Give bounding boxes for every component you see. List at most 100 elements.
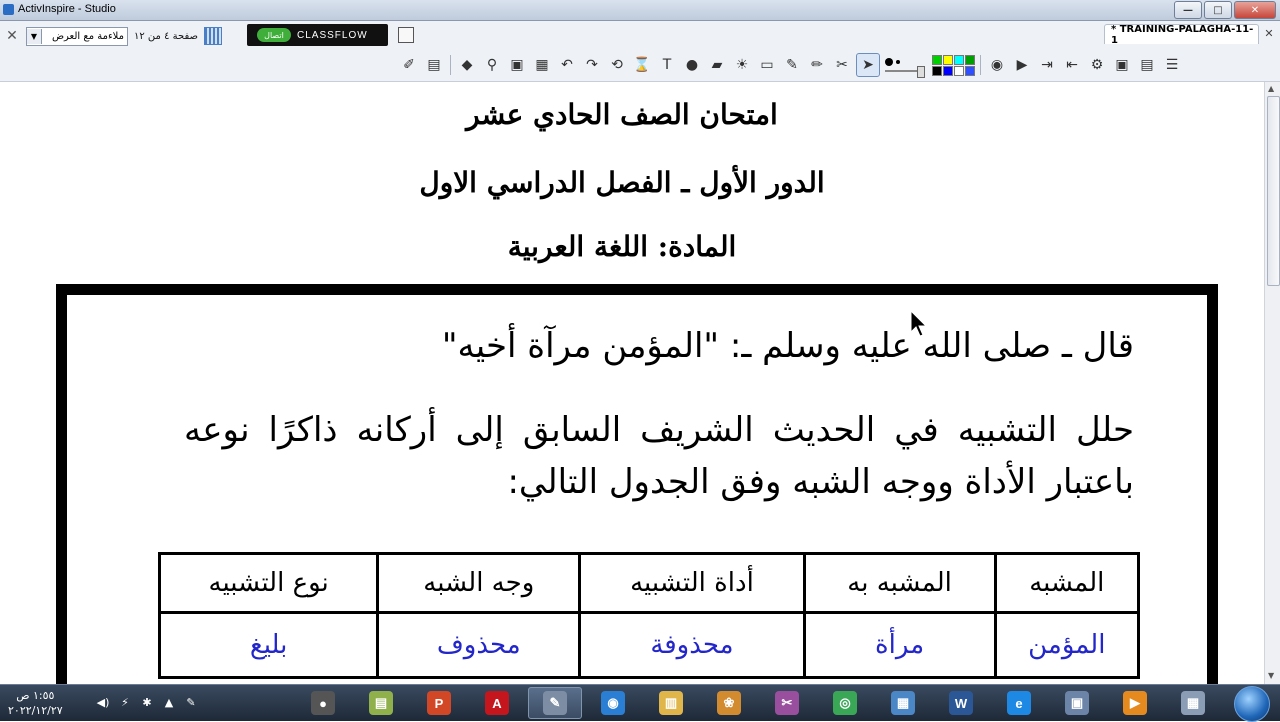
- classflow-connect-badge: اتصال: [257, 28, 291, 42]
- tray-expand-icon[interactable]: ▲: [162, 695, 176, 709]
- previous-page-icon[interactable]: ⇤: [1061, 54, 1083, 76]
- hadith-line: قال ـ صلى الله عليه وسلم ـ: "المؤمن مرآة…: [441, 326, 1134, 366]
- color-swatch[interactable]: [954, 54, 964, 65]
- minimize-button[interactable]: —: [1174, 1, 1202, 19]
- magnifier-icon[interactable]: ⚲: [481, 54, 503, 76]
- flipchart-canvas[interactable]: امتحان الصف الحادي عشر الدور الأول ـ الف…: [0, 82, 1264, 684]
- classflow-button[interactable]: اتصال CLASSFLOW: [247, 24, 388, 46]
- table-row: المؤمن مرأة محذوفة محذوف بليغ: [157, 611, 1141, 679]
- next-page-icon[interactable]: ⇥: [1036, 54, 1058, 76]
- taskbar-app-network[interactable]: ▣: [1050, 687, 1104, 719]
- scroll-thumb[interactable]: [1267, 96, 1280, 286]
- chevron-down-icon[interactable]: ▼: [27, 28, 42, 44]
- separator: [450, 55, 451, 75]
- taskbar-app-calculator[interactable]: ▦: [1166, 687, 1220, 719]
- ie-icon: e: [1007, 691, 1031, 715]
- color-swatch[interactable]: [965, 65, 975, 76]
- close-button[interactable]: ✕: [1234, 1, 1276, 19]
- undo-icon[interactable]: ↶: [556, 54, 578, 76]
- taskbar-apps: ● ▤ P A ✎ ◉ ▥ ❀ ✂ ◎ ▦ We ▣ ▶ ▦: [296, 687, 1220, 719]
- camera-icon: ●: [311, 691, 335, 715]
- menu-icon[interactable]: ☰: [1161, 54, 1183, 76]
- play-icon[interactable]: ▶: [1011, 54, 1033, 76]
- pen-icon[interactable]: ✏: [806, 54, 828, 76]
- scroll-up-icon[interactable]: ▲: [1268, 84, 1274, 93]
- color-swatch[interactable]: [965, 54, 975, 65]
- taskbar-app-camera[interactable]: ●: [296, 687, 350, 719]
- taskbar-app-explorer[interactable]: ▥: [644, 687, 698, 719]
- collapse-icon[interactable]: ✕: [4, 28, 20, 44]
- timer-icon[interactable]: ⌛: [631, 54, 653, 76]
- browser-icon[interactable]: ▤: [1136, 54, 1158, 76]
- window-controls: — □ ✕: [1174, 1, 1276, 19]
- system-clock[interactable]: ١:٥٥ ص ٢٠٢٢/١٢/٢٧: [8, 688, 63, 718]
- folder-icon[interactable]: ▰: [706, 54, 728, 76]
- page-grid-icon[interactable]: [204, 27, 222, 45]
- notes-icon[interactable]: ▤: [423, 54, 445, 76]
- volume-icon[interactable]: ◀): [96, 695, 110, 709]
- studio-icon: ✎: [543, 691, 567, 715]
- taskbar-app-powerpoint[interactable]: P: [412, 687, 466, 719]
- web-icon[interactable]: ◉: [986, 54, 1008, 76]
- taskbar-app-activinspire[interactable]: ▤: [354, 687, 408, 719]
- taskbar-app-media[interactable]: ◉: [586, 687, 640, 719]
- highlighter-icon[interactable]: ✎: [781, 54, 803, 76]
- activinspire-icon: ▤: [369, 691, 393, 715]
- view-mode-select[interactable]: ▼ ملاءمة مع العرض: [26, 26, 128, 46]
- taskbar-app-paint[interactable]: ❀: [702, 687, 756, 719]
- taskbar-app-player[interactable]: ▶: [1108, 687, 1162, 719]
- tools-icon: ✂: [775, 691, 799, 715]
- spotlight-icon[interactable]: ☀: [731, 54, 753, 76]
- color-swatch[interactable]: [954, 65, 964, 76]
- classflow-label: CLASSFLOW: [297, 29, 368, 41]
- color-swatch[interactable]: [932, 65, 942, 76]
- word-icon: W: [949, 691, 973, 715]
- redo-icon[interactable]: ↷: [581, 54, 603, 76]
- select-pointer-icon[interactable]: ➤: [856, 53, 880, 77]
- color-swatch[interactable]: [943, 65, 953, 76]
- fill-icon[interactable]: ◆: [456, 54, 478, 76]
- color-swatch[interactable]: [932, 54, 942, 65]
- dual-user-icon[interactable]: ✐: [398, 54, 420, 76]
- maximize-button[interactable]: □: [1204, 1, 1232, 19]
- eraser-icon[interactable]: ▭: [756, 54, 778, 76]
- resource-icon[interactable]: ▦: [531, 54, 553, 76]
- table-cell: مرأة: [802, 611, 997, 679]
- page-indicator: صفحة ٤ من ١٢: [134, 30, 198, 42]
- taskbar: ١:٥٥ ص ٢٠٢٢/١٢/٢٧ ◀) ⚡ ✱ ▲ ✎ ● ▤ P A ✎ ◉ ▥ ❀ ✂ ◎ ▦…: [0, 684, 1280, 722]
- document-tab[interactable]: * TRAINING-PALAGHA-11-1: [1104, 24, 1259, 46]
- reset-icon[interactable]: ⟲: [606, 54, 628, 76]
- taskbar-app-acrobat[interactable]: A: [470, 687, 524, 719]
- taskbar-app-word[interactable]: W: [934, 687, 988, 719]
- tab-close-icon[interactable]: ✕: [1262, 27, 1276, 41]
- view-mode-value: ملاءمة مع العرض: [51, 30, 124, 42]
- text-icon[interactable]: T: [656, 54, 678, 76]
- vertical-scrollbar[interactable]: ▲ ▼: [1264, 82, 1280, 684]
- camera-icon[interactable]: ▣: [506, 54, 528, 76]
- taskbar-app-chrome[interactable]: ◎: [818, 687, 872, 719]
- settings-icon[interactable]: ⚙: [1086, 54, 1108, 76]
- screen-icon[interactable]: ▣: [1111, 54, 1133, 76]
- table-header: المشبه: [993, 552, 1141, 614]
- shape-icon[interactable]: ●: [681, 54, 703, 76]
- tools-row: ✐ ▤ ◆ ⚲ ▣ ▦ ↶ ↷ ⟲ ⌛ T ● ▰ ☀ ▭ ✎ ✏ ✂ ➤ ◉ …: [398, 52, 1183, 78]
- tools-icon[interactable]: ✂: [831, 54, 853, 76]
- exam-subject: المادة: اللغة العربية: [507, 230, 737, 263]
- flipchart-icon[interactable]: [398, 27, 414, 43]
- bluetooth-icon[interactable]: ✱: [140, 695, 154, 709]
- clock-time: ١:٥٥ ص: [16, 689, 55, 702]
- taskbar-app-tools[interactable]: ✂: [760, 687, 814, 719]
- pen-tray-icon[interactable]: ✎: [184, 695, 198, 709]
- taskbar-app-studio[interactable]: ✎: [528, 687, 582, 719]
- table-cell: محذوفة: [578, 611, 806, 679]
- color-swatch[interactable]: [943, 54, 953, 65]
- media-icon: ◉: [601, 691, 625, 715]
- control-icon: ▦: [891, 691, 915, 715]
- table-header-row: المشبه المشبه به أداة التشبيه وجه الشبه …: [157, 552, 1141, 614]
- taskbar-app-ie[interactable]: e: [992, 687, 1046, 719]
- power-icon[interactable]: ⚡: [118, 695, 132, 709]
- pen-thickness-slider[interactable]: [883, 54, 929, 78]
- start-button[interactable]: [1234, 686, 1270, 722]
- taskbar-app-control[interactable]: ▦: [876, 687, 930, 719]
- scroll-down-icon[interactable]: ▼: [1268, 671, 1274, 680]
